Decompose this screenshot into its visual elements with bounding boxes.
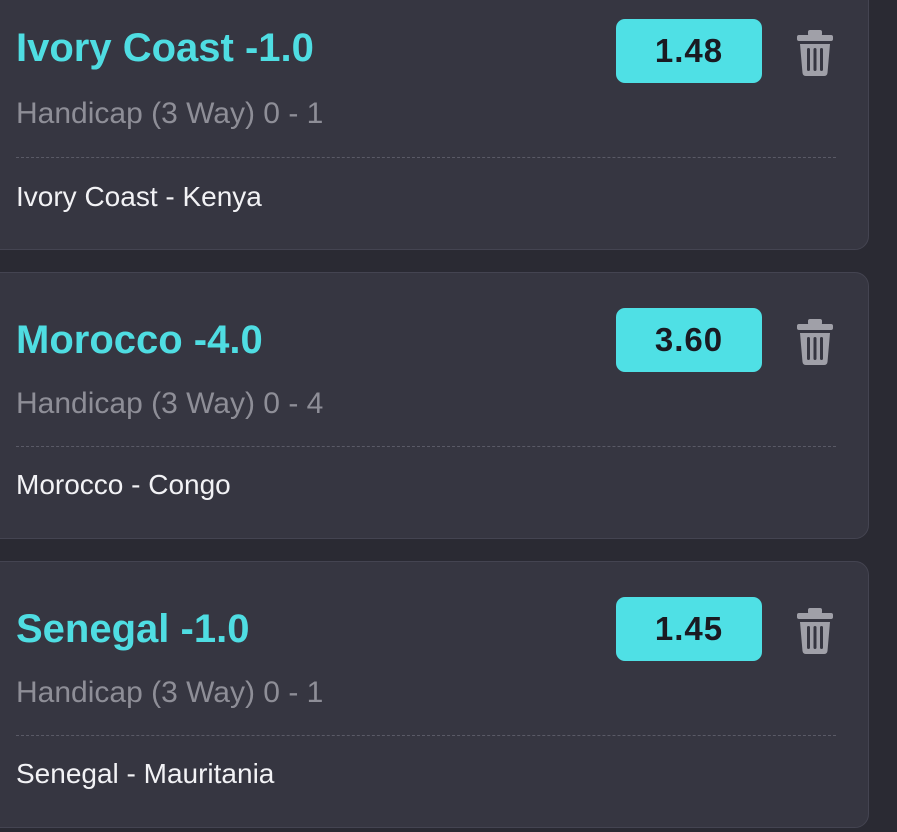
remove-bet-button[interactable] — [795, 607, 835, 655]
trash-icon — [795, 318, 835, 366]
market-label: Handicap (3 Way) 0 - 4 — [16, 387, 324, 420]
bet-card: Senegal -1.0 Handicap (3 Way) 0 - 1 Sene… — [0, 561, 869, 828]
selection-title: Morocco -4.0 — [16, 318, 263, 362]
odds-button[interactable]: 3.60 — [616, 308, 762, 372]
trash-icon — [795, 29, 835, 77]
market-label: Handicap (3 Way) 0 - 1 — [16, 676, 324, 709]
odds-button[interactable]: 1.48 — [616, 19, 762, 83]
divider — [16, 157, 836, 158]
odds-button[interactable]: 1.45 — [616, 597, 762, 661]
bet-card: Ivory Coast -1.0 Handicap (3 Way) 0 - 1 … — [0, 0, 869, 250]
market-label: Handicap (3 Way) 0 - 1 — [16, 97, 324, 130]
selection-title: Senegal -1.0 — [16, 607, 250, 651]
divider — [16, 735, 836, 736]
remove-bet-button[interactable] — [795, 318, 835, 366]
trash-icon — [795, 607, 835, 655]
betslip-list: Ivory Coast -1.0 Handicap (3 Way) 0 - 1 … — [0, 0, 897, 832]
event-name: Morocco - Congo — [16, 469, 231, 500]
event-name: Ivory Coast - Kenya — [16, 181, 262, 212]
selection-title: Ivory Coast -1.0 — [16, 26, 314, 70]
event-name: Senegal - Mauritania — [16, 758, 275, 789]
bet-card: Morocco -4.0 Handicap (3 Way) 0 - 4 Moro… — [0, 272, 869, 539]
divider — [16, 446, 836, 447]
remove-bet-button[interactable] — [795, 29, 835, 77]
